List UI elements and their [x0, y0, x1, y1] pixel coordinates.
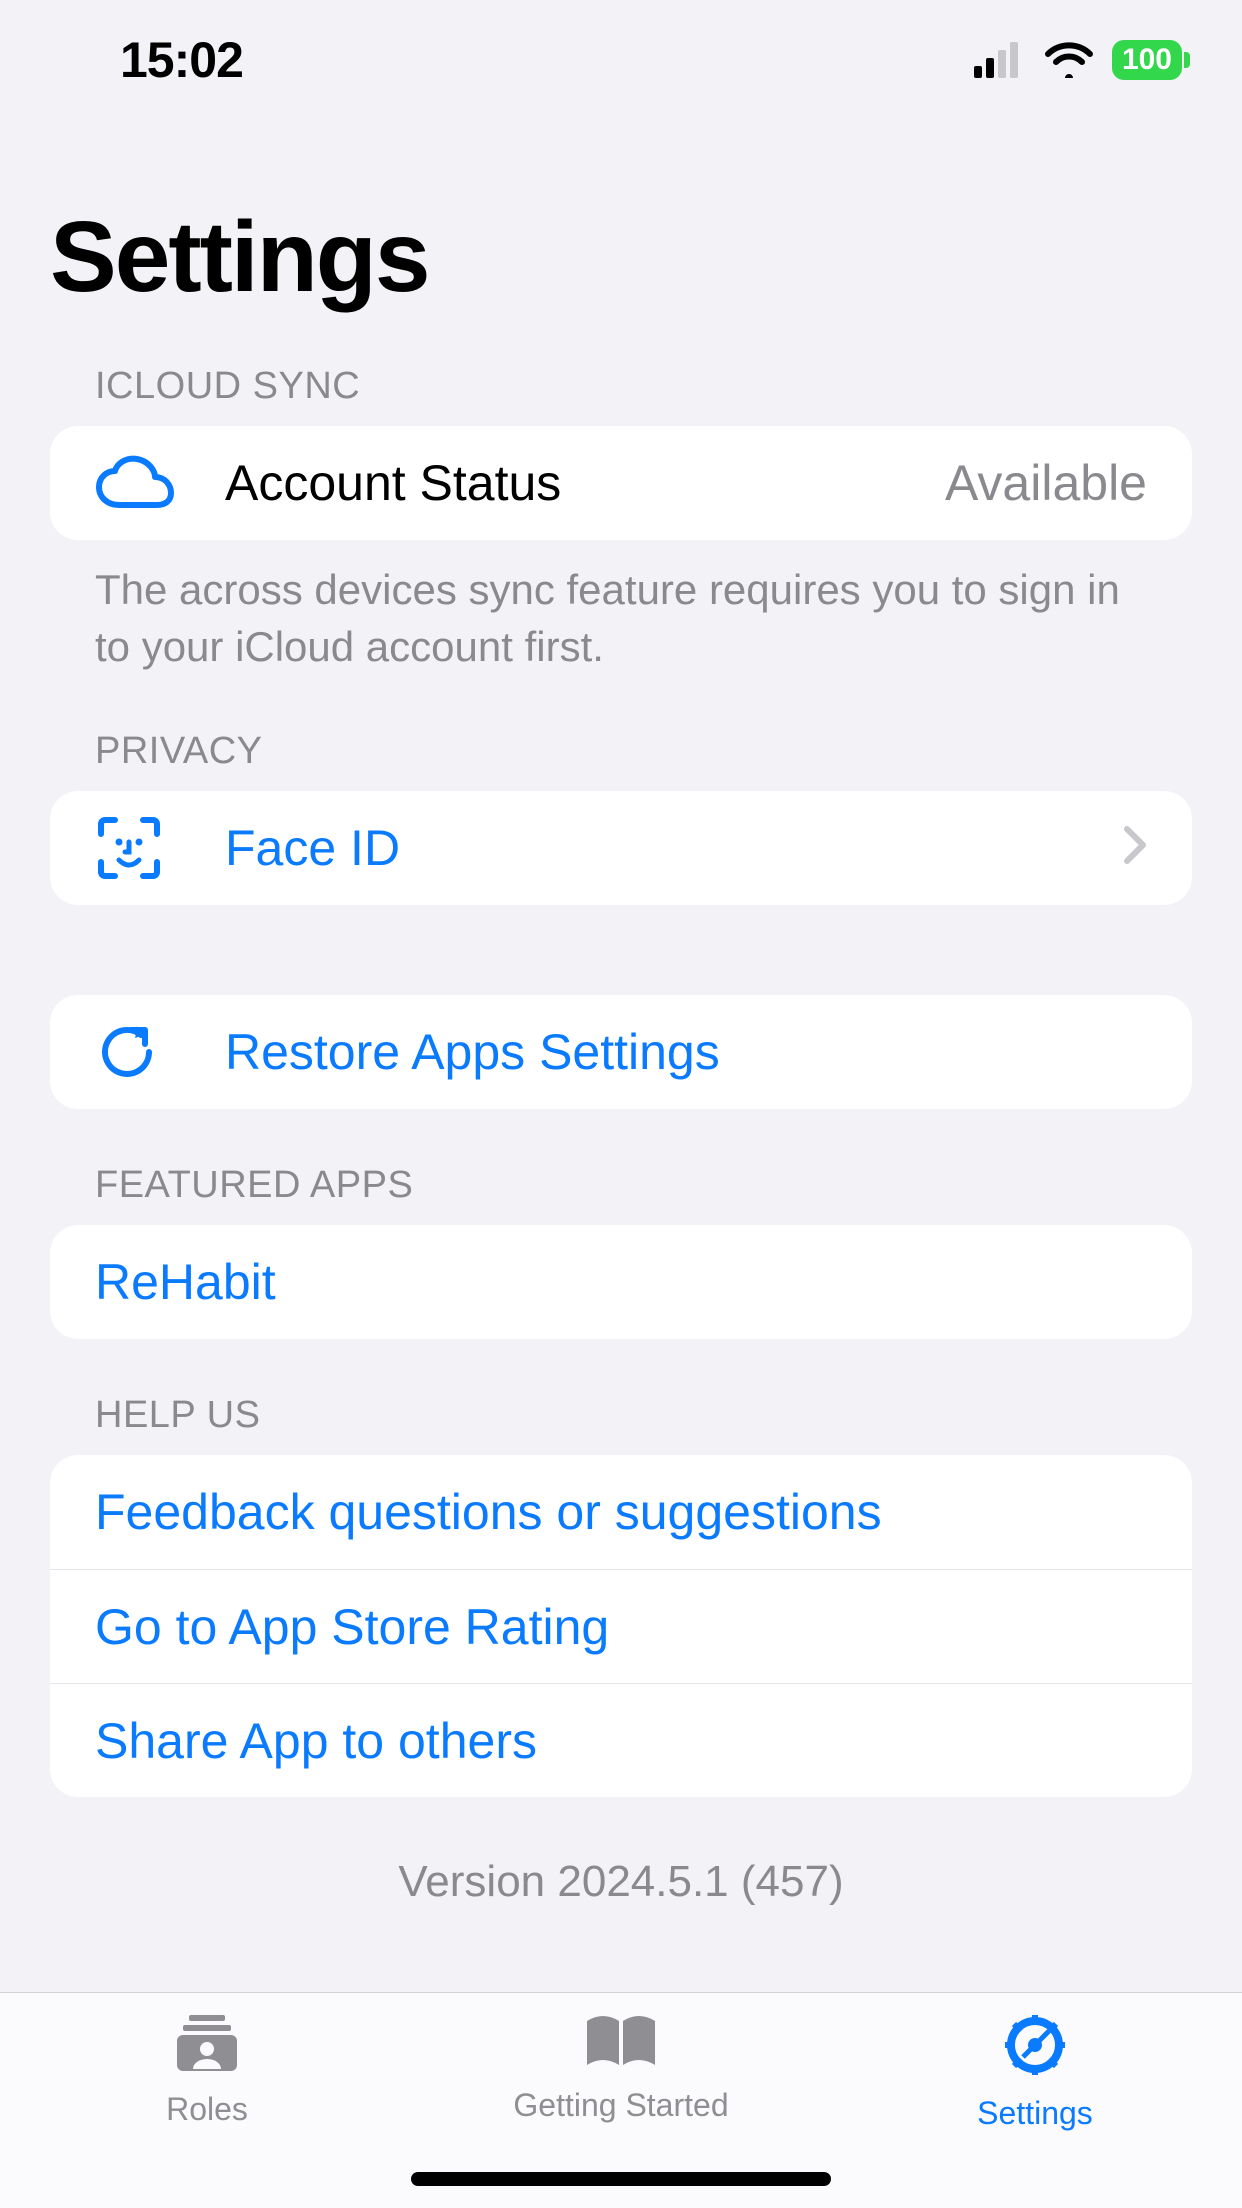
feedback-label: Feedback questions or suggestions	[95, 1483, 882, 1541]
wifi-icon	[1044, 42, 1094, 78]
tab-settings[interactable]: Settings	[828, 2013, 1242, 2132]
book-icon	[583, 2013, 659, 2077]
faceid-icon	[95, 814, 185, 882]
section-header-helpus: HELP US	[50, 1339, 1192, 1455]
cloud-icon	[95, 455, 185, 511]
restore-card: Restore Apps Settings	[50, 995, 1192, 1109]
faceid-label: Face ID	[225, 819, 1103, 877]
status-bar: 15:02 100	[0, 0, 1242, 90]
account-status-row[interactable]: Account Status Available	[50, 426, 1192, 540]
home-indicator[interactable]	[411, 2172, 831, 2186]
account-status-value: Available	[945, 454, 1147, 512]
rate-label: Go to App Store Rating	[95, 1598, 609, 1656]
restore-icon	[95, 1020, 185, 1084]
section-header-privacy: PRIVACY	[50, 675, 1192, 791]
tab-getting-started[interactable]: Getting Started	[414, 2013, 828, 2124]
privacy-card: Face ID	[50, 791, 1192, 905]
faceid-row[interactable]: Face ID	[50, 791, 1192, 905]
account-status-label: Account Status	[225, 454, 945, 512]
tab-getting-started-label: Getting Started	[513, 2087, 728, 2124]
chevron-right-icon	[1123, 819, 1147, 877]
helpus-card: Feedback questions or suggestions Go to …	[50, 1455, 1192, 1797]
restore-label: Restore Apps Settings	[225, 1023, 1147, 1081]
gear-icon	[1003, 2013, 1067, 2085]
section-header-featured: FEATURED APPS	[50, 1109, 1192, 1225]
section-header-icloud: ICLOUD SYNC	[50, 355, 1192, 426]
rehabit-row[interactable]: ReHabit	[50, 1225, 1192, 1339]
featured-card: ReHabit	[50, 1225, 1192, 1339]
battery-value: 100	[1122, 43, 1172, 77]
tab-roles[interactable]: Roles	[0, 2013, 414, 2128]
version-label: Version 2024.5.1 (457)	[50, 1857, 1192, 1907]
icloud-footer: The across devices sync feature requires…	[50, 540, 1192, 675]
feedback-row[interactable]: Feedback questions or suggestions	[50, 1455, 1192, 1569]
battery-indicator: 100	[1112, 40, 1182, 80]
roles-icon	[175, 2013, 239, 2081]
rehabit-label: ReHabit	[95, 1253, 276, 1311]
restore-row[interactable]: Restore Apps Settings	[50, 995, 1192, 1109]
tab-settings-label: Settings	[977, 2095, 1093, 2132]
tab-roles-label: Roles	[166, 2091, 248, 2128]
status-indicators: 100	[974, 40, 1182, 80]
page-title: Settings	[0, 90, 1242, 355]
share-row[interactable]: Share App to others	[50, 1683, 1192, 1797]
icloud-card: Account Status Available	[50, 426, 1192, 540]
rate-row[interactable]: Go to App Store Rating	[50, 1569, 1192, 1683]
share-label: Share App to others	[95, 1712, 537, 1770]
cellular-icon	[974, 42, 1026, 78]
status-time: 15:02	[120, 31, 243, 89]
